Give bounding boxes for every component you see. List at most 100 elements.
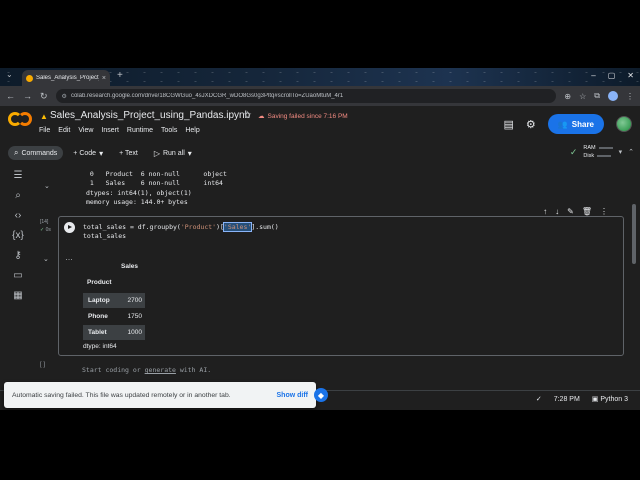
save-status[interactable]: ☁ Saving failed since 7:16 PM xyxy=(258,112,348,121)
tab-search-icon[interactable]: ⌄ xyxy=(6,70,13,79)
menu-edit[interactable]: Edit xyxy=(58,127,70,134)
menu-runtime[interactable]: Runtime xyxy=(127,127,153,134)
chevron-down-icon: ▾ xyxy=(187,148,192,158)
toast-message: Automatic saving failed. This file was u… xyxy=(12,391,231,399)
browser-menu-icon[interactable]: ⋮ xyxy=(626,92,634,101)
maximize-icon[interactable]: ▢ xyxy=(608,71,616,80)
star-icon[interactable]: ☆ xyxy=(243,110,252,121)
secrets-key-icon[interactable]: ⚷ xyxy=(14,250,21,261)
generate-link[interactable]: generate xyxy=(145,366,176,374)
more-options-icon[interactable]: ⋮ xyxy=(600,207,608,216)
settings-gear-icon[interactable]: ⚙ xyxy=(526,118,536,131)
code-snippets-icon[interactable]: ‹› xyxy=(15,210,22,221)
extensions-icon[interactable]: ⧉ xyxy=(594,91,600,101)
new-tab-button[interactable]: + xyxy=(117,70,123,81)
menu-view[interactable]: View xyxy=(78,127,93,134)
notebook-area: ⌄ 0 Product 6 non-null object 1 Sales 6 … xyxy=(36,164,640,410)
previous-cell-output: ⌄ 0 Product 6 non-null object 1 Sales 6 … xyxy=(36,164,628,212)
user-avatar[interactable] xyxy=(616,116,632,132)
collapse-output-icon[interactable]: ⌄ xyxy=(44,182,50,190)
status-time[interactable]: 7:28 PM xyxy=(554,396,580,403)
execution-time: 0s xyxy=(45,227,51,233)
run-cell-button[interactable] xyxy=(64,222,75,233)
cell-placeholder: Start coding or generate with AI. xyxy=(82,366,212,374)
cloud-off-icon: ☁ xyxy=(258,113,265,120)
output-line: 0 Product 6 non-null object xyxy=(86,170,227,178)
status-check-icon: ✓ xyxy=(535,396,542,403)
tab-bar: ⌄ Sales_Analysis_Project_using_P × + – ▢… xyxy=(0,68,640,86)
menu-file[interactable]: File xyxy=(39,127,50,134)
forward-icon[interactable]: → xyxy=(23,91,32,101)
runtime-status: ✓ RAM Disk ▾ ⌃ xyxy=(570,144,634,160)
comments-icon[interactable]: ▤ xyxy=(504,118,514,131)
run-all-button[interactable]: ▷ Run all ▾ xyxy=(148,147,198,160)
tab-close-icon[interactable]: × xyxy=(102,75,106,82)
collapse-output-icon[interactable]: ⌄ xyxy=(43,255,49,263)
show-diff-button[interactable]: Show diff xyxy=(277,392,309,399)
success-check-icon: ✓ xyxy=(40,227,45,233)
site-info-icon[interactable]: ⚙ xyxy=(62,93,67,100)
move-down-icon[interactable]: ↓ xyxy=(555,207,559,216)
scrollbar[interactable] xyxy=(632,204,636,264)
column-header: Sales xyxy=(121,263,138,270)
empty-code-cell[interactable]: [ ] Start coding or generate with AI. xyxy=(40,362,624,380)
add-code-button[interactable]: + Code ▾ xyxy=(67,147,109,160)
ram-disk-indicator[interactable]: RAM Disk xyxy=(583,144,613,160)
add-text-button[interactable]: + Text xyxy=(113,148,144,159)
share-button[interactable]: 👥 Share xyxy=(547,114,604,134)
close-window-icon[interactable]: ✕ xyxy=(627,71,634,80)
menu-tools[interactable]: Tools xyxy=(161,127,177,134)
colab-logo[interactable] xyxy=(8,112,32,126)
menu-insert[interactable]: Insert xyxy=(101,127,119,134)
address-bar[interactable]: ⚙ colab.research.google.com/drive/18CGWG… xyxy=(55,89,557,103)
window-controls: – ▢ ✕ xyxy=(591,71,634,80)
gemini-fab-icon[interactable]: ◆ xyxy=(314,388,328,402)
cell-output: ⌄ … Sales Product Laptop 2700 Phone 1750 T… xyxy=(43,247,623,353)
address-row: ← → ↻ ⚙ colab.research.google.com/drive/… xyxy=(0,86,640,106)
browser-window: ⌄ Sales_Analysis_Project_using_P × + – ▢… xyxy=(0,68,640,410)
search-icon: ⌕ xyxy=(14,148,19,157)
table-row: Phone 1750 xyxy=(88,313,142,320)
reload-icon[interactable]: ↻ xyxy=(40,91,48,102)
cell-toolbar: ↑ ↓ ✎ 🗑 ⋮ xyxy=(540,207,611,216)
table-of-contents-icon[interactable]: ☰ xyxy=(14,170,23,181)
header-actions: ▤ ⚙ 👥 Share xyxy=(504,114,632,134)
variables-icon[interactable]: {x} xyxy=(12,230,24,241)
notebook-title[interactable]: Sales_Analysis_Project_using_Pandas.ipyn… xyxy=(50,110,250,121)
code-editor[interactable]: total_sales = df.groupby('Product')['Sal… xyxy=(83,222,279,242)
output-line: memory usage: 144.0+ bytes xyxy=(86,197,188,206)
table-row: Laptop 2700 xyxy=(83,293,145,308)
profile-avatar[interactable] xyxy=(608,91,618,101)
commands-button[interactable]: ⌕ Commands xyxy=(8,146,64,160)
terminal-table-icon[interactable]: ▦ xyxy=(13,290,22,301)
output-actions-icon[interactable]: … xyxy=(65,253,73,262)
menu-bar: File Edit View Insert Runtime Tools Help xyxy=(39,127,200,134)
zoom-icon[interactable]: ⊕ xyxy=(564,92,571,101)
colab-favicon-icon xyxy=(26,74,33,82)
selected-text: 'Sales' xyxy=(222,222,253,232)
move-up-icon[interactable]: ↑ xyxy=(543,207,547,216)
dtype-label: dtype: int64 xyxy=(83,343,117,350)
url-text: colab.research.google.com/drive/18CGWGuo… xyxy=(70,93,344,99)
runtime-menu-chevron-icon[interactable]: ▾ xyxy=(619,148,623,156)
files-folder-icon[interactable]: ▭ xyxy=(13,270,22,281)
people-icon: 👥 xyxy=(557,119,568,129)
save-failed-toast: Automatic saving failed. This file was u… xyxy=(4,382,316,408)
minimize-icon[interactable]: – xyxy=(591,71,595,80)
browser-tab[interactable]: Sales_Analysis_Project_using_P × xyxy=(22,70,110,86)
runtime-type[interactable]: ▣ Python 3 xyxy=(592,395,628,403)
menu-help[interactable]: Help xyxy=(185,127,199,134)
back-icon[interactable]: ← xyxy=(6,91,15,101)
chevron-down-icon: ▾ xyxy=(99,148,104,158)
search-icon[interactable]: ⌕ xyxy=(15,190,21,201)
play-icon: ▷ xyxy=(153,148,160,158)
edit-pencil-icon[interactable]: ✎ xyxy=(567,207,574,216)
delete-icon[interactable]: 🗑 xyxy=(582,207,592,216)
collapse-header-chevron-icon[interactable]: ⌃ xyxy=(628,148,634,156)
table-row: Tablet 1000 xyxy=(83,325,145,340)
code-cell[interactable]: ↑ ↓ ✎ 🗑 ⋮ total_sales = df.groupby('Prod… xyxy=(43,207,624,356)
output-line: 1 Sales 6 non-null int64 xyxy=(86,179,223,188)
execution-count: [ ] xyxy=(40,362,46,368)
bookmark-star-icon[interactable]: ☆ xyxy=(579,92,586,101)
notebook-toolbar: ⌕ Commands + Code ▾ + Text ▷ Run all ▾ ✓ RAM… xyxy=(0,142,640,164)
